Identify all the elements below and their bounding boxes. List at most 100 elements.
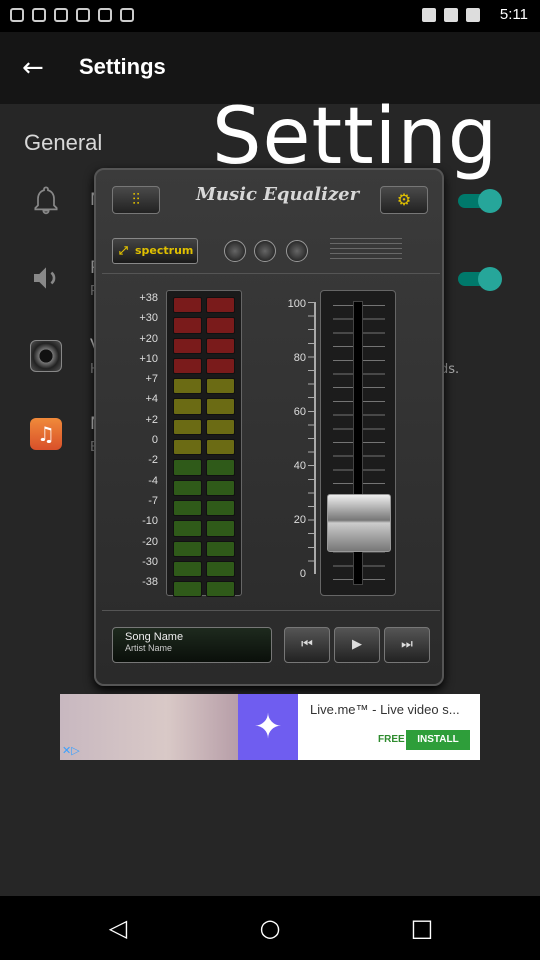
meter-segment <box>173 520 202 537</box>
meter-segment <box>173 439 202 456</box>
notification-icon <box>76 8 90 22</box>
meter-segment <box>173 499 202 517</box>
recents-icon[interactable]: □ <box>408 914 436 942</box>
meter-segment-row <box>173 560 235 578</box>
knob-control[interactable] <box>224 240 246 262</box>
ad-banner[interactable]: ✦ Live.me™ - Live video s... FREE INSTAL… <box>60 694 480 760</box>
sliders-button[interactable]: ⫶⫶ <box>112 186 160 214</box>
adchoices-icon[interactable]: ✕▷ <box>62 744 80 757</box>
notification-icon <box>10 8 24 22</box>
meter-label: +2 <box>145 413 158 426</box>
equalizer-title: Music Equalizer <box>196 184 360 205</box>
toggle-switch[interactable] <box>458 189 502 213</box>
meter-segment <box>206 581 235 598</box>
battery-icon <box>466 8 480 22</box>
meter-segment <box>173 479 202 496</box>
arrow-back-icon[interactable]: ← <box>22 54 50 82</box>
meter-segment <box>173 398 202 415</box>
next-icon: ⏭ <box>401 637 413 652</box>
artist-name: Artist Name <box>125 643 173 653</box>
meter-segment <box>173 459 202 476</box>
meter-segment <box>206 439 235 456</box>
fader-scale-ticks <box>308 302 316 574</box>
meter-segment <box>206 398 235 415</box>
meter-label: +30 <box>139 312 158 325</box>
volume-fader[interactable] <box>320 290 396 596</box>
meter-segment-row <box>173 337 235 354</box>
fader-scale-labels: 100 80 60 40 20 0 <box>276 298 306 622</box>
music-equalizer-widget[interactable]: ⫶⫶ Music Equalizer ⚙ ⤢ spectrum +38 +30 +2… <box>94 168 444 686</box>
equalizer-header: ⫶⫶ Music Equalizer ⚙ <box>106 180 436 220</box>
meter-label: +4 <box>145 393 158 406</box>
meter-segment-row <box>173 459 235 476</box>
meter-label: -30 <box>142 555 158 568</box>
scale-label: 60 <box>293 406 306 418</box>
knob-control[interactable] <box>254 240 276 262</box>
play-button[interactable]: ▶ <box>334 627 380 663</box>
meter-segment <box>206 479 235 496</box>
meter-segment <box>206 540 235 557</box>
meter-label: +38 <box>139 292 158 304</box>
notification-icon <box>32 8 46 22</box>
knob-control[interactable] <box>286 240 308 262</box>
meter-segment <box>206 297 235 314</box>
meter-segment-row <box>173 398 235 415</box>
meter-segment-row <box>173 581 235 598</box>
ad-install-button[interactable]: INSTALL <box>406 730 470 750</box>
meter-segment <box>173 357 202 375</box>
meter-segment <box>173 581 202 598</box>
meter-label: -20 <box>142 535 158 548</box>
sliders-icon: ⫶⫶ <box>131 190 140 209</box>
player-controls: Song Name Artist Name ⏮ ▶ ⏭ <box>102 610 440 676</box>
meter-segment <box>206 317 235 334</box>
meter-segment <box>206 560 235 578</box>
meter-label: +7 <box>145 373 158 386</box>
meter-segment-row <box>173 439 235 456</box>
speaker-icon <box>34 267 56 289</box>
navigation-bar: ◁ ○ □ <box>0 896 540 960</box>
bell-icon <box>34 186 58 215</box>
system-icons <box>422 8 480 22</box>
next-button[interactable]: ⏭ <box>384 627 430 663</box>
equalizer-toolbar: ⤢ spectrum <box>102 230 440 274</box>
home-icon[interactable]: ○ <box>256 914 284 942</box>
music-note-icon: ♫ <box>30 418 62 450</box>
toggle-switch[interactable] <box>458 267 502 291</box>
meter-scale-labels: +38 +30 +20 +10 +7 +4 +2 0 -2 -4 -7 -10 -20 -30 -38 <box>128 292 158 596</box>
song-name: Song Name <box>125 631 184 643</box>
meter-label: -38 <box>142 576 158 589</box>
signal-icon <box>444 8 458 22</box>
back-icon[interactable]: ◁ <box>104 914 132 942</box>
section-title: General <box>24 130 103 155</box>
ad-free-label: FREE <box>378 734 405 745</box>
scale-label: 100 <box>287 298 306 310</box>
volume-knob-icon <box>30 340 62 372</box>
meter-segment <box>173 378 202 395</box>
meter-segment <box>206 337 235 354</box>
ad-photo <box>60 694 238 760</box>
meter-label: 0 <box>151 434 158 447</box>
spectrum-button[interactable]: ⤢ spectrum <box>112 238 198 264</box>
meter-label: -4 <box>148 474 158 487</box>
previous-button[interactable]: ⏮ <box>284 627 330 663</box>
meter-segment-row <box>173 378 235 395</box>
meter-segment <box>206 520 235 537</box>
meter-segment-row <box>173 357 235 375</box>
settings-button[interactable]: ⚙ <box>380 186 428 214</box>
meter-segment <box>206 418 235 436</box>
meter-segment-row <box>173 540 235 557</box>
overlay-setting-text: Setting <box>212 92 499 182</box>
notification-icon <box>98 8 112 22</box>
ad-title: Live.me™ - Live video s... <box>310 702 460 717</box>
notification-icon <box>120 8 134 22</box>
expand-icon: ⤢ <box>119 244 128 257</box>
scale-label: 20 <box>293 514 306 526</box>
status-time: 5:11 <box>499 6 528 23</box>
meter-segment <box>206 378 235 395</box>
meter-segment <box>206 357 235 375</box>
status-bar: 5:11 <box>0 0 540 32</box>
fader-handle[interactable] <box>327 493 391 552</box>
meter-segment <box>173 560 202 578</box>
notification-icons <box>10 8 134 22</box>
page-title: Settings <box>79 54 166 79</box>
